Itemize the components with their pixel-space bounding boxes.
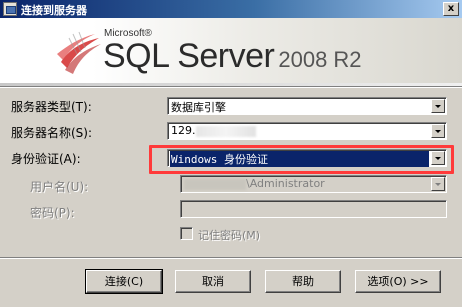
- product-name: SQL Server 2008 R2: [103, 37, 362, 76]
- server-type-value: 数据库引擎: [171, 101, 226, 114]
- server-type-label: 服务器类型(T):: [11, 100, 92, 114]
- username-dropdown-icon: [431, 177, 445, 191]
- product-version: 2008 R2: [278, 47, 362, 72]
- server-type-select[interactable]: 数据库引擎: [167, 97, 447, 115]
- password-field: [180, 200, 447, 218]
- server-name-select[interactable]: 129.: [167, 122, 447, 140]
- password-label: 密码(P):: [30, 206, 75, 220]
- help-button[interactable]: 帮助: [265, 270, 341, 293]
- server-name-value: 129.: [171, 124, 256, 137]
- username-label: 用户名(U):: [30, 180, 89, 194]
- redacted-region: [195, 125, 256, 137]
- remember-password-label: 记住密码(M): [198, 229, 261, 242]
- redacted-region: [184, 178, 246, 190]
- window-icon: [3, 2, 17, 16]
- sql-server-logo-icon: [57, 31, 101, 74]
- close-button[interactable]: x: [443, 2, 459, 16]
- server-name-label: 服务器名称(S):: [11, 126, 93, 140]
- title-bar[interactable]: 连接到服务器 x: [0, 0, 462, 18]
- server-type-dropdown-icon[interactable]: [431, 99, 445, 113]
- cancel-button[interactable]: 取消: [175, 270, 251, 293]
- divider: [0, 257, 462, 259]
- annotation-highlight-box: [149, 145, 454, 174]
- remember-password-checkbox: [180, 227, 193, 240]
- server-name-dropdown-icon[interactable]: [431, 124, 445, 138]
- divider: [0, 86, 462, 88]
- username-value: \Administrator: [184, 177, 325, 190]
- product-title: SQL Server: [103, 37, 275, 75]
- window-title: 连接到服务器: [21, 4, 87, 17]
- product-banner: Microsoft® SQL Server 2008 R2: [0, 18, 462, 86]
- username-select: \Administrator: [180, 175, 447, 193]
- options-button[interactable]: 选项(O) >>: [355, 270, 441, 293]
- connect-button[interactable]: 连接(C): [85, 269, 163, 294]
- auth-label: 身份验证(A):: [11, 152, 81, 166]
